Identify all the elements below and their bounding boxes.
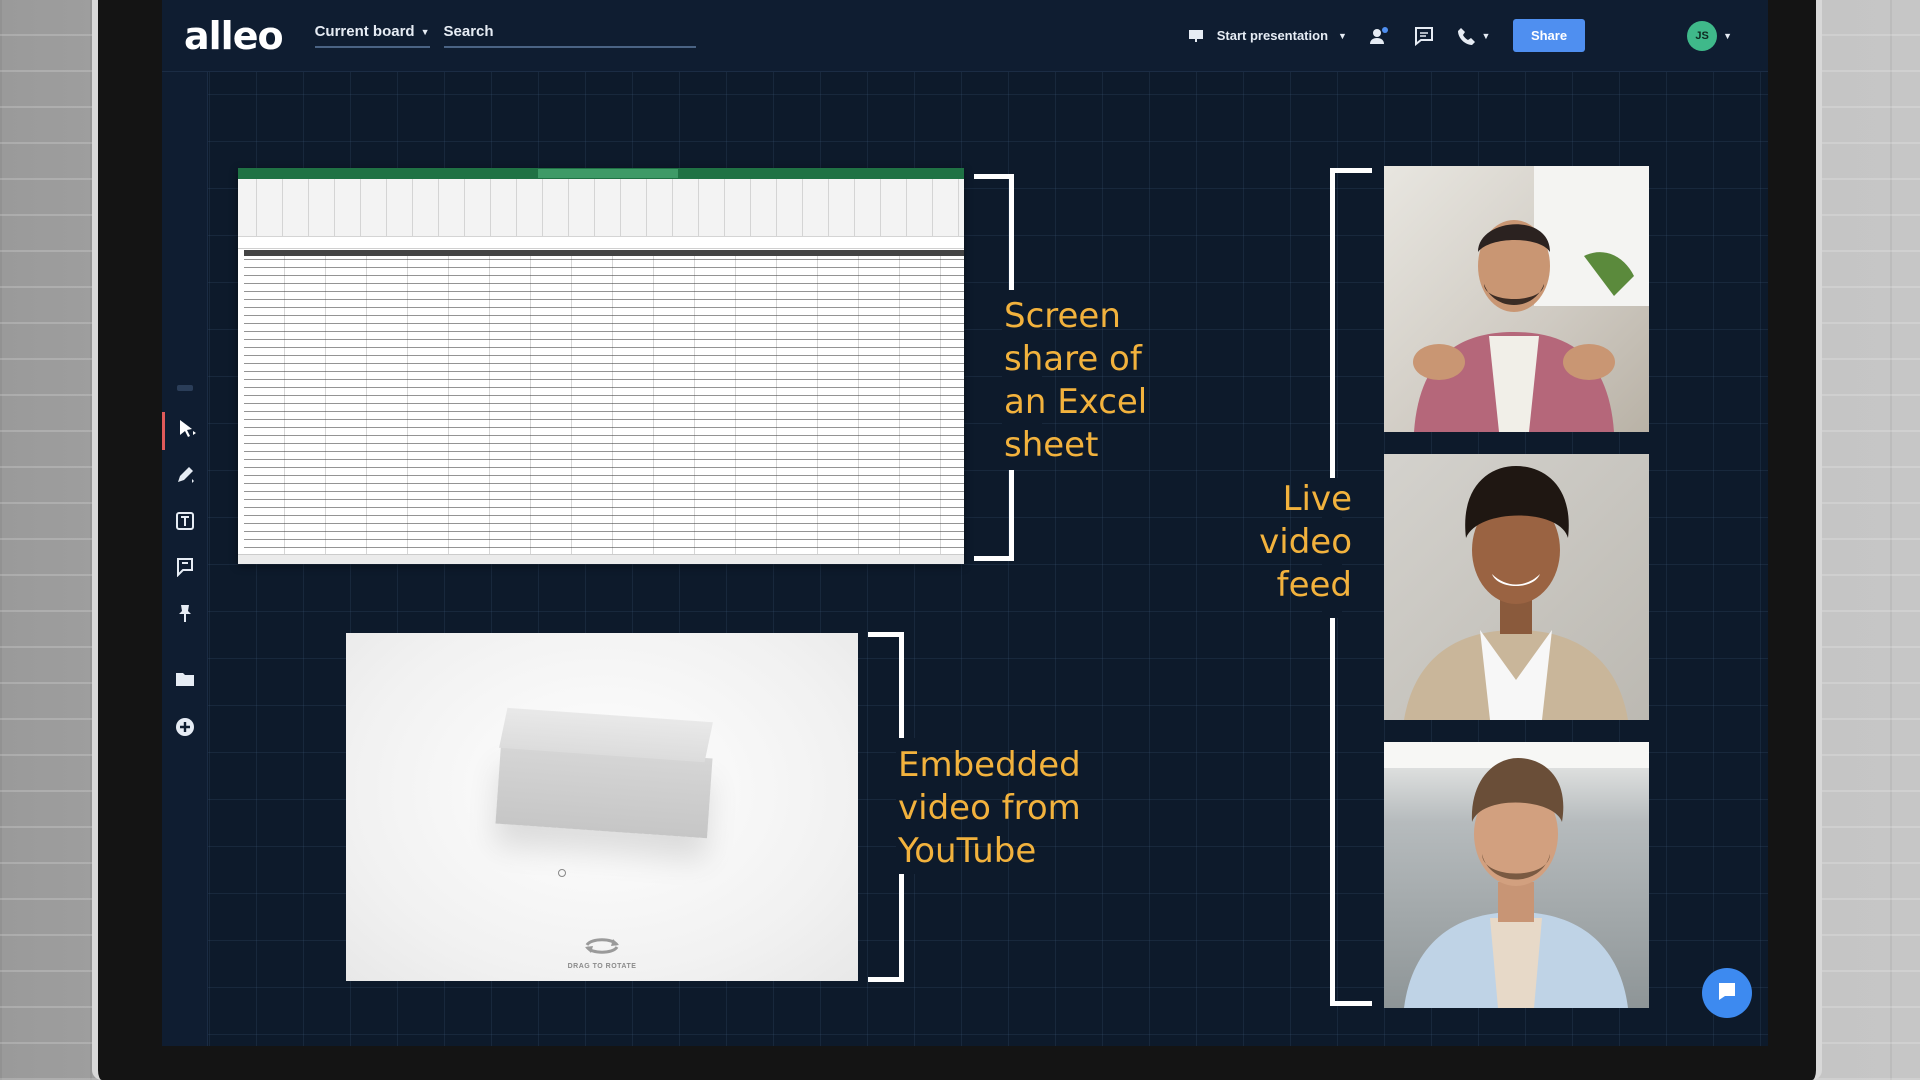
excel-annotation-line: an Excel — [1004, 382, 1148, 422]
chat-bubble-icon — [1716, 980, 1738, 1007]
text-tool[interactable] — [162, 504, 208, 542]
rotate-icon — [576, 935, 628, 962]
video-feed-annotation-line: feed — [1276, 565, 1352, 605]
board-select-label: Current board — [314, 23, 415, 40]
chat-icon[interactable] — [1413, 25, 1435, 47]
youtube-annotation-line: YouTube — [898, 831, 1037, 871]
pin-tool[interactable] — [162, 596, 208, 634]
monitor-frame: alleo Current board ▼ Start presentation… — [92, 0, 1822, 1080]
pin-icon — [175, 603, 195, 628]
pen-tool[interactable] — [162, 458, 208, 496]
excel-header-row — [244, 250, 964, 256]
cursor-dot-icon — [558, 869, 566, 877]
excel-annotation-bracket-bottom — [974, 470, 1014, 561]
youtube-annotation-line: Embedded — [898, 745, 1081, 785]
top-bar-actions: Start presentation ▼ ▼ Share JS ▼ — [1185, 19, 1732, 52]
app-screen: alleo Current board ▼ Start presentation… — [162, 0, 1768, 1046]
excel-spreadsheet-grid — [244, 250, 964, 554]
phone-icon[interactable]: ▼ — [1457, 25, 1491, 47]
presentation-icon — [1185, 25, 1207, 47]
video-feed-participant-1[interactable] — [1384, 166, 1649, 432]
video-feed-annotation-line: Live — [1282, 479, 1352, 519]
share-button[interactable]: Share — [1512, 19, 1586, 52]
pen-icon — [175, 465, 195, 490]
youtube-annotation-line: video from — [898, 788, 1081, 828]
search-input[interactable] — [443, 23, 696, 48]
participant-1-figure — [1413, 166, 1649, 432]
comment-icon — [175, 557, 195, 582]
youtube-annotation-label: Embedded video from YouTube — [898, 744, 1081, 873]
excel-status-bar — [238, 554, 964, 564]
excel-screen-share[interactable] — [238, 168, 964, 564]
phone-menu-chevron-icon: ▼ — [1481, 30, 1491, 41]
sticky-note-tool[interactable] — [162, 550, 208, 588]
top-bar: alleo Current board ▼ Start presentation… — [162, 0, 1768, 72]
select-tool[interactable] — [162, 412, 208, 450]
cursor-icon — [177, 419, 197, 444]
excel-annotation-label: Screen share of an Excel sheet — [1004, 295, 1147, 467]
files-tool[interactable] — [162, 662, 208, 700]
video-feed-participant-3[interactable] — [1384, 742, 1649, 1008]
chevron-down-icon: ▼ — [1338, 30, 1347, 41]
video-feed-annotation-line: video — [1259, 522, 1352, 562]
excel-ribbon — [238, 179, 964, 237]
support-chat-button[interactable] — [1702, 968, 1752, 1018]
app-logo[interactable]: alleo — [184, 14, 284, 58]
start-presentation-button[interactable]: Start presentation ▼ — [1185, 25, 1347, 47]
video-feed-annotation-label: Live video feed — [1242, 478, 1352, 607]
participants-icon[interactable] — [1369, 25, 1391, 47]
participant-2-figure — [1404, 466, 1628, 720]
start-presentation-label: Start presentation — [1216, 28, 1329, 43]
excel-annotation-line: sheet — [1004, 425, 1099, 465]
excel-title-bar — [238, 168, 964, 179]
plus-circle-icon — [175, 717, 195, 742]
youtube-embed[interactable]: DRAG TO ROTATE — [346, 633, 858, 981]
avatar: JS — [1687, 20, 1718, 51]
excel-annotation-line: Screen — [1004, 296, 1121, 336]
folder-icon — [175, 670, 195, 693]
excel-annotation-line: share of — [1004, 339, 1142, 379]
participant-3-figure — [1384, 742, 1649, 1008]
video-feed-participant-2[interactable] — [1384, 454, 1649, 720]
toolbar-handle[interactable] — [162, 369, 208, 407]
chevron-down-icon: ▼ — [1723, 30, 1732, 41]
excel-formula-bar — [238, 237, 964, 249]
left-toolbar — [162, 72, 208, 1046]
drag-to-rotate-hint: DRAG TO ROTATE — [567, 963, 637, 970]
text-icon — [176, 511, 194, 535]
caret-down-icon: ▼ — [420, 26, 430, 37]
board-select[interactable]: Current board ▼ — [314, 23, 430, 48]
account-menu[interactable]: JS ▼ — [1687, 20, 1732, 51]
add-tool[interactable] — [162, 710, 208, 748]
